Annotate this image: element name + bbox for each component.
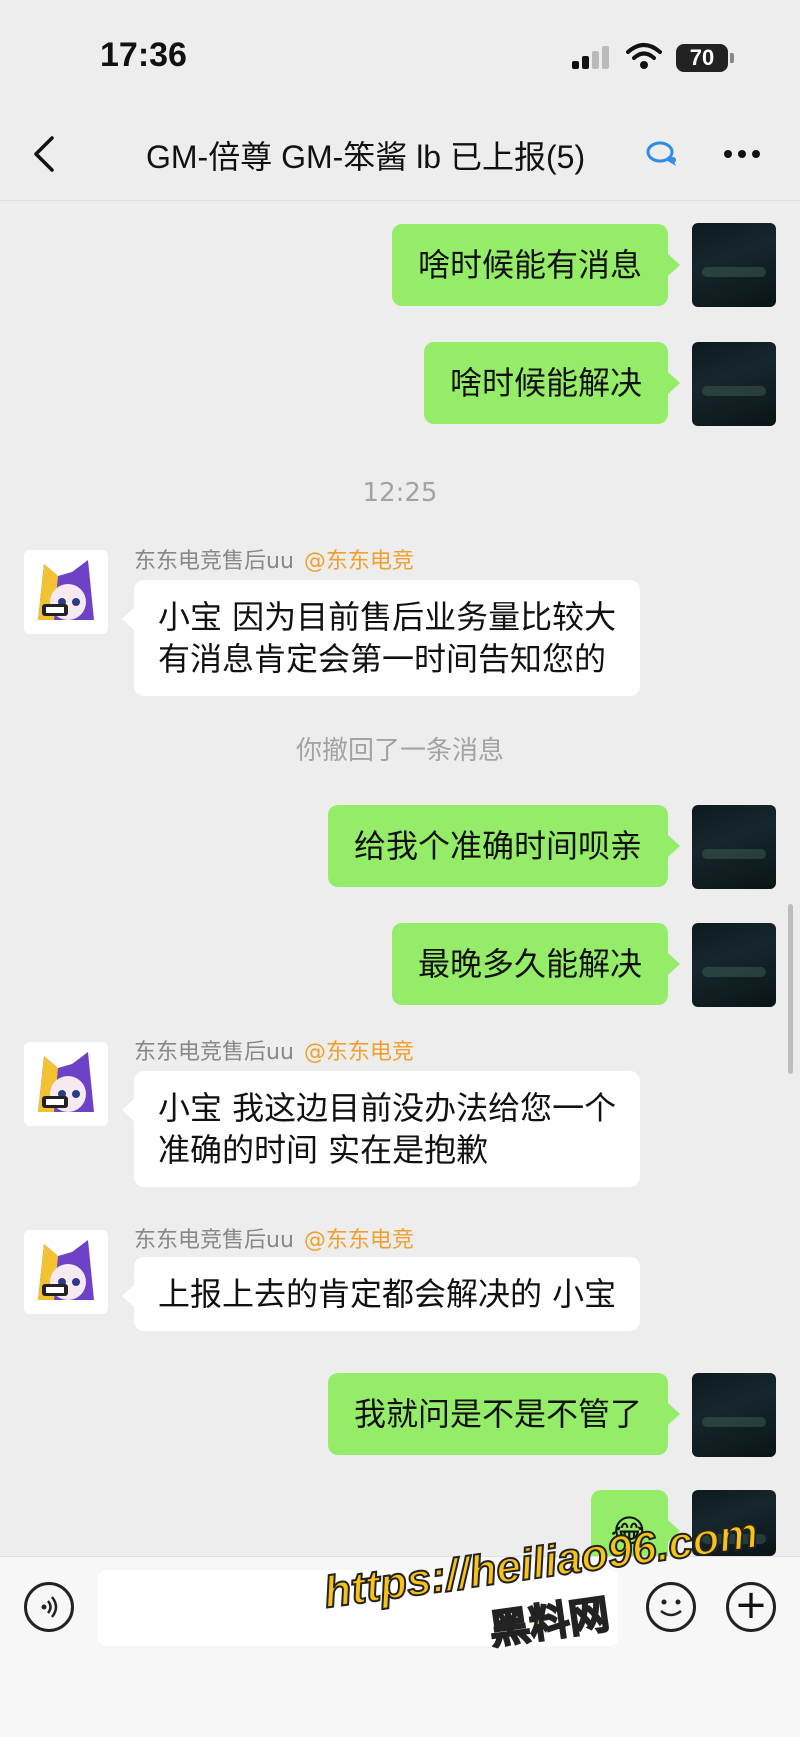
chat-title: GM-倍尊 GM-笨酱 lb 已上报(5) <box>146 139 586 175</box>
agent-avatar[interactable] <box>24 550 108 634</box>
message-text-line: 有消息肯定会第一时间告知您的 <box>158 640 607 678</box>
message-bubble-sent[interactable]: 啥时候能解决 <box>423 342 681 424</box>
voice-button[interactable] <box>24 1582 74 1632</box>
agent-avatar[interactable] <box>24 1230 108 1314</box>
message-text-line: 小宝 我这边目前没办法给您一个 <box>158 1089 617 1127</box>
message-text: 给我个准确时间呗亲 <box>353 827 642 865</box>
message-text-line: 上报上去的肯定都会解决的 小宝 <box>158 1275 617 1313</box>
voice-icon <box>41 1596 58 1618</box>
my-avatar[interactable] <box>692 805 776 889</box>
my-avatar[interactable] <box>692 923 776 1007</box>
sender-tag: @东东电竞 <box>303 549 414 574</box>
message-bubble-sent[interactable]: 给我个准确时间呗亲 <box>327 805 681 887</box>
sender-name: 东东电竞售后uu @东东电竞 <box>134 1040 414 1065</box>
recall-notice: 你撤回了一条消息 <box>295 736 504 766</box>
battery-indicator: 70 <box>676 44 734 72</box>
message-text: 啥时候能有消息 <box>417 246 642 284</box>
my-avatar[interactable] <box>692 1373 776 1457</box>
message-text: 啥时候能解决 <box>449 364 642 402</box>
message-bubble-received[interactable]: 小宝 我这边目前没办法给您一个 准确的时间 实在是抱歉 <box>121 1071 641 1187</box>
my-avatar[interactable] <box>692 342 776 426</box>
message-text-line: 小宝 因为目前售后业务量比较大 <box>158 598 617 636</box>
message-text: 最晚多久能解决 <box>417 945 642 983</box>
chevron-left-icon <box>34 136 54 172</box>
wifi-icon <box>626 42 662 74</box>
message-text: 我就问是不是不管了 <box>353 1395 642 1433</box>
message-text-line: 准确的时间 实在是抱歉 <box>158 1131 489 1169</box>
message-bubble-sent[interactable]: 最晚多久能解决 <box>391 923 681 1005</box>
sender-name: 东东电竞售后uu @东东电竞 <box>134 1228 414 1253</box>
message-bubble-sent[interactable]: 啥时候能有消息 <box>391 224 681 306</box>
timestamp: 12:25 <box>362 478 438 508</box>
message-bubble-received[interactable]: 小宝 因为目前售后业务量比较大 有消息肯定会第一时间告知您的 <box>121 580 641 696</box>
more-button[interactable] <box>722 130 762 183</box>
my-avatar[interactable] <box>692 223 776 307</box>
status-bar: 17:36 70 <box>0 0 800 110</box>
signal-icon <box>572 46 612 69</box>
scrollbar[interactable] <box>788 904 793 1074</box>
status-time: 17:36 <box>100 36 187 74</box>
sender-name: 东东电竞售后uu @东东电竞 <box>134 549 414 574</box>
message-bubble-received[interactable]: 上报上去的肯定都会解决的 小宝 <box>121 1257 641 1331</box>
sender-tag: @东东电竞 <box>303 1040 414 1065</box>
sender-tag: @东东电竞 <box>303 1228 414 1253</box>
agent-avatar[interactable] <box>24 1042 108 1126</box>
more-dots-icon <box>724 150 760 158</box>
back-button[interactable] <box>30 132 70 176</box>
chat-header: GM-倍尊 GM-笨酱 lb 已上报(5) <box>0 110 800 201</box>
message-bubble-sent[interactable]: 我就问是不是不管了 <box>327 1373 681 1455</box>
group-chat-icon[interactable] <box>646 140 680 174</box>
